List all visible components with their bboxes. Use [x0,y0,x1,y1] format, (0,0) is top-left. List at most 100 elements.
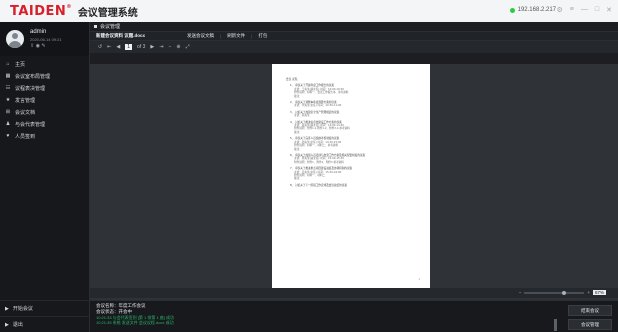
last-page-icon[interactable]: ⇥ [159,44,163,50]
meeting-name-label: 会议名称： [96,303,119,308]
zoom-out-small-icon[interactable]: − [519,290,522,295]
server-ip: 192.168.2.217 [517,7,556,13]
star-icon: ★ [5,97,11,103]
user-panel: admin 2020-06-14 09:21 ⇪ ◉ ✎ [0,22,89,56]
meeting-status: 开会中 [118,308,133,314]
document-viewer[interactable]: 会议 议程： 1、 审议关于开展年度工作报告的议案 主讲：王先生(副主任) 时间：1… [90,64,618,300]
user-name: admin [30,28,47,35]
sidebar-item-agenda-voting[interactable]: ☷ 议程表决管理 [0,82,89,94]
logout-icon[interactable]: ⇪ [30,43,34,49]
maximize-button[interactable]: □ [595,6,599,14]
document-line: 主讲：李先生(主任) 时间：10:30-11:00 [294,104,342,108]
log-scrollbar[interactable] [554,319,557,331]
document-line: 备注： [294,130,302,134]
document-line: 备注： [294,147,302,151]
zoom-out-icon[interactable]: − [168,44,171,50]
document-line: 8、 讨论关于下一阶段工作安排及会议总结的议案 [290,183,347,187]
page-number-input[interactable]: 1 [125,44,133,50]
home-icon: ⌂ [6,61,10,67]
sidebar-item-checkin[interactable]: ♥ 人员签到 [0,130,89,142]
app-window: TAIDEN® 会议管理系统 192.168.2.217 ⚙ ≡ — □ ✕ a… [0,0,618,332]
document-line: 附件说明：附件1、附件2、附件3 参考资料 [294,160,344,164]
start-meeting-button[interactable]: ▶ 开始会议 [0,300,90,316]
zoom-in-small-icon[interactable]: + [587,290,590,295]
edit-icon[interactable]: ✎ [41,43,45,49]
menu-icon[interactable]: ≡ [570,6,574,14]
sidebar-item-room-layout[interactable]: ▦ 会议室布局管理 [0,70,89,82]
layout-icon: ▦ [5,73,11,79]
document-line: 会议 议程： [286,78,300,81]
sidebar-item-label: 人员签到 [15,133,36,140]
viewer-status-bar: − + 67% [90,288,618,298]
sidebar: admin 2020-06-14 09:21 ⇪ ◉ ✎ ⌂ 主页 ▦ 会议室布… [0,22,90,332]
document-line: 备注： [294,94,302,98]
sidebar-item-label: 会议室布局管理 [15,73,51,80]
sidebar-menu: ⌂ 主页 ▦ 会议室布局管理 ☷ 议程表决管理 ★ 发言管理 ⊞ 会议文档 ♟ … [0,58,89,142]
sidebar-item-delegates[interactable]: ♟ 与会代表管理 [0,118,89,130]
log-line: 10:21:35 系统 发送文件 会议议程.docx 成功 [96,320,174,325]
exit-label: 退出 [12,322,23,328]
exit-button[interactable]: ▶ 退出 [0,316,90,332]
close-button[interactable]: ✕ [606,6,612,14]
event-log: 10:21:33 与会代表签到 [第 1 排第 1 座] 成功 10:21:35… [96,315,174,325]
agenda-icon: ☷ [5,85,11,91]
user-info: admin 2020-06-14 09:21 ⇪ ◉ ✎ [30,29,62,50]
zoom-slider[interactable] [524,290,585,295]
end-meeting-button[interactable]: 结束会议 [568,305,612,316]
start-meeting-label: 开始会议 [12,306,33,312]
zoom-slider-handle[interactable] [562,290,567,295]
meeting-info: 会议名称：年度工作会议 会议状态：开会中 [96,303,146,314]
viewer-toolbar: ↺ ⇤ ◀ 1 of 3 ▶ ⇥ − ⊕ ⤢ [90,41,618,53]
meeting-status-label: 会议状态： [96,308,119,314]
play-icon: ▶ [5,321,9,328]
section-title: 会议管理 [90,22,618,31]
sidebar-item-label: 与会代表管理 [15,121,46,128]
section-marker-icon [94,25,97,28]
send-document-button[interactable]: 发送会议文稿 [187,33,214,39]
user-controls: ⇪ ◉ ✎ [30,43,62,50]
network-status: 192.168.2.217 [509,7,556,13]
sidebar-bottom: ▶ 开始会议 ▶ 退出 [0,300,90,332]
document-content: 会议 议程： 1、 审议关于开展年度工作报告的议案 主讲：王先生(副主任) 时间：1… [286,78,420,187]
first-page-icon[interactable]: ⇤ [107,44,111,50]
meeting-name: 年度工作会议 [118,303,146,308]
fullscreen-icon[interactable]: ⤢ [186,44,190,50]
zoom-control: − + 67% [519,290,606,295]
sidebar-item-label: 发言管理 [15,97,36,104]
rotate-icon[interactable]: ↺ [98,44,102,50]
title-bar: TAIDEN® 会议管理系统 192.168.2.217 ⚙ ≡ — □ ✕ [0,0,618,22]
sidebar-item-label: 主页 [15,61,26,68]
play-icon: ▶ [5,305,9,312]
person-icon: ♟ [5,121,11,127]
zoom-level[interactable]: 67% [592,290,606,295]
settings-icon[interactable]: ⚙ [557,6,563,14]
package-button[interactable]: 打包 [258,33,267,39]
sidebar-item-label: 议程表决管理 [15,85,46,92]
meeting-manage-button[interactable]: 会议管理 [568,319,612,330]
app-title: 会议管理系统 [77,7,138,19]
page-total: of 3 [137,44,146,50]
sidebar-item-documents[interactable]: ⊞ 会议文档 [0,106,89,118]
sidebar-item-home[interactable]: ⌂ 主页 [0,58,89,70]
minimize-button[interactable]: — [581,6,588,14]
refresh-files-button[interactable]: 刷新文件 [227,33,245,39]
sidebar-item-speech[interactable]: ★ 发言管理 [0,94,89,106]
next-page-icon[interactable]: ▶ [150,44,154,50]
document-page-number: 1 [418,278,420,281]
document-page: 会议 议程： 1、 审议关于开展年度工作报告的议案 主讲：王先生(副主任) 时间：1… [272,64,430,288]
avatar [6,30,24,48]
heart-icon: ♥ [6,133,10,139]
taiden-logo: TAIDEN® [10,3,72,19]
zoom-in-icon[interactable]: ⊕ [176,44,180,50]
file-bar: 新建会议资料 议题.docx 发送会议文稿 | 刷新文件 | 打包 [90,31,618,41]
document-icon: ⊞ [5,109,11,115]
lock-icon[interactable]: ◉ [36,43,40,49]
online-status-icon [509,7,515,13]
prev-page-icon[interactable]: ◀ [116,44,120,50]
sidebar-item-label: 会议文档 [15,109,36,116]
current-file-name[interactable]: 新建会议资料 议题.docx [96,33,145,39]
main-area: 会议管理 新建会议资料 议题.docx 发送会议文稿 | 刷新文件 | 打包 ↺… [90,22,618,332]
document-line: 主讲：陈先生 [294,114,310,118]
user-login-time: 2020-06-14 09:21 [30,36,62,42]
document-line: 备注： [294,177,302,181]
